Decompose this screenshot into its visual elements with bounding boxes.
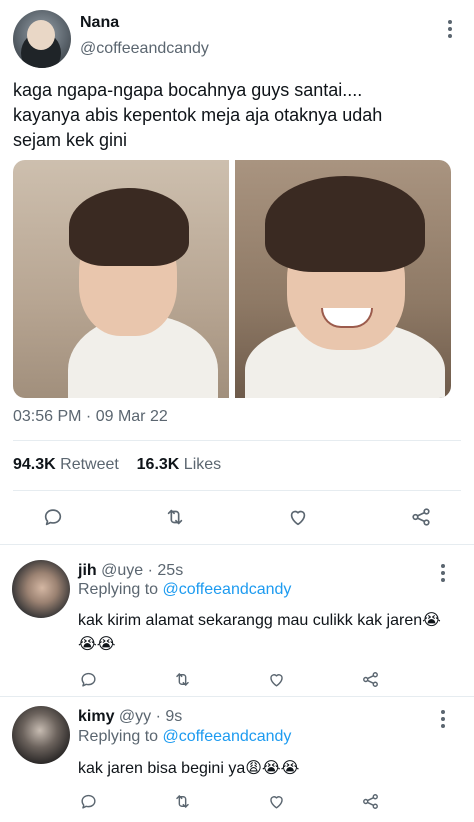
tweet-text-line: sejam kek gini <box>13 130 128 150</box>
reply-time: · 25s <box>147 562 184 579</box>
reply-text-line: 😭😭 <box>78 636 116 653</box>
like-count[interactable]: 16.3K <box>137 456 180 473</box>
section-divider <box>0 696 474 697</box>
reply-name[interactable]: jih <box>78 562 97 579</box>
reply-text-line: kak kirim alamat sekarangg mau culikk ka… <box>78 612 441 629</box>
photo-subject-hair <box>69 188 189 266</box>
heart-icon[interactable] <box>263 666 289 692</box>
replying-to: Replying to @coffeeandcandy <box>78 581 291 599</box>
heart-icon[interactable] <box>285 504 311 530</box>
more-icon[interactable] <box>440 710 446 728</box>
replying-handle[interactable]: @coffeeandcandy <box>163 581 292 598</box>
retweet-icon[interactable] <box>162 504 188 530</box>
reply-text: kak jaren bisa begini ya😩😭😭 <box>78 757 450 781</box>
retweet-icon[interactable] <box>169 788 195 814</box>
tweet-text-line: kayanya abis kepentok meja aja otaknya u… <box>13 105 383 125</box>
reply-icon[interactable] <box>40 504 66 530</box>
heart-icon[interactable] <box>263 788 289 814</box>
tweet-photo-1[interactable] <box>13 160 229 398</box>
share-icon[interactable] <box>357 666 383 692</box>
reply-icon[interactable] <box>75 666 101 692</box>
divider <box>13 490 461 491</box>
reply-text-line: kak jaren bisa begini ya😩😭😭 <box>78 760 300 777</box>
tweet-timestamp: 03:56 PM · 09 Mar 22 <box>13 408 168 425</box>
section-divider <box>0 544 474 545</box>
tweet-stats: 94.3K Retweet 16.3K Likes <box>13 456 221 474</box>
share-icon[interactable] <box>408 504 434 530</box>
replying-prefix: Replying to <box>78 581 159 598</box>
reply-avatar[interactable] <box>12 560 70 618</box>
tweet-photo-2[interactable] <box>235 160 451 398</box>
reply-handle[interactable]: @yy <box>119 708 151 725</box>
reply-handle[interactable]: @uye <box>101 562 143 579</box>
reply-name[interactable]: kimy <box>78 708 114 725</box>
share-icon[interactable] <box>357 788 383 814</box>
divider <box>13 440 461 441</box>
replying-to: Replying to @coffeeandcandy <box>78 728 291 746</box>
reply-avatar[interactable] <box>12 706 70 764</box>
more-icon[interactable] <box>447 20 453 40</box>
tweet-text-line: kaga ngapa-ngapa bocahnya guys santai...… <box>13 80 363 100</box>
replying-handle[interactable]: @coffeeandcandy <box>163 728 292 745</box>
author-name[interactable]: Nana <box>80 14 119 32</box>
replying-prefix: Replying to <box>78 728 159 745</box>
reply-header: jih @uye · 25s <box>78 562 183 580</box>
tweet-text: kaga ngapa-ngapa bocahnya guys santai...… <box>13 78 453 153</box>
retweet-icon[interactable] <box>169 666 195 692</box>
author-handle[interactable]: @coffeeandcandy <box>80 40 209 58</box>
retweet-label[interactable]: Retweet <box>60 456 119 473</box>
more-icon[interactable] <box>440 564 446 582</box>
reply-time: · 9s <box>155 708 183 725</box>
retweet-count[interactable]: 94.3K <box>13 456 56 473</box>
reply-header: kimy @yy · 9s <box>78 708 182 726</box>
reply-icon[interactable] <box>75 788 101 814</box>
reply-text: kak kirim alamat sekarangg mau culikk ka… <box>78 609 450 657</box>
photo-subject-hair <box>265 176 425 272</box>
author-avatar[interactable] <box>13 10 71 68</box>
like-label[interactable]: Likes <box>184 456 221 473</box>
